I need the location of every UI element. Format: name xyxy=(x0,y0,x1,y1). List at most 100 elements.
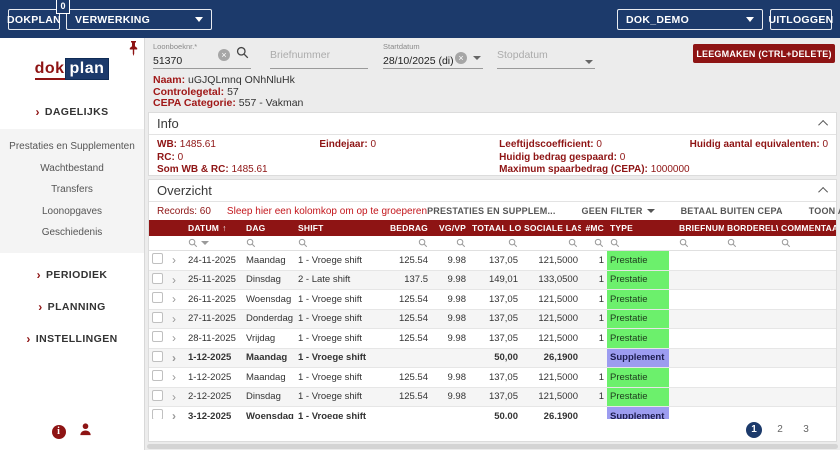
row-expand-icon[interactable] xyxy=(172,295,176,306)
row-expand-icon[interactable] xyxy=(172,256,176,267)
row-checkbox[interactable] xyxy=(152,409,163,419)
startdatum-field[interactable]: Startdatum 28/10/2025 (di) xyxy=(383,42,483,69)
chevron-down-icon[interactable] xyxy=(585,60,593,64)
environment-select[interactable]: DOK_DEMO xyxy=(617,9,763,30)
brand-button[interactable]: DOKPLAN xyxy=(7,9,61,30)
cell-sociale-last: 121,5000 xyxy=(538,371,578,383)
column-header-briefnum[interactable]: BRIEFNUM... xyxy=(676,223,724,233)
filter-mc[interactable] xyxy=(581,238,607,248)
clear-icon[interactable] xyxy=(218,49,230,61)
leegmaken-button[interactable]: LEEGMAKEN (CTRL+DELETE) xyxy=(693,44,835,63)
row-checkbox[interactable] xyxy=(152,331,163,343)
table-row[interactable]: 24-11-2025 Maandag 1 - Vroege shift 125.… xyxy=(149,251,836,271)
row-expand-icon[interactable] xyxy=(172,354,176,365)
logo-dok: dok xyxy=(34,60,65,80)
column-header-totaal-loon[interactable]: TOTAAL LOON xyxy=(469,223,521,233)
row-checkbox[interactable] xyxy=(152,272,163,284)
sidebar-item-wachtbestand[interactable]: Wachtbestand xyxy=(0,158,144,180)
sidebar-item-loonopgaves[interactable]: Loonopgaves xyxy=(0,201,144,223)
sidebar-item-geschiedenis[interactable]: Geschiedenis xyxy=(0,222,144,244)
stopdatum-placeholder: Stopdatum xyxy=(497,49,548,61)
row-checkbox[interactable] xyxy=(152,350,163,362)
table-row[interactable]: 3-12-2025 Woensdag 1 - Vroege shift 50,0… xyxy=(149,407,836,419)
prestaties-supplementen-button[interactable]: PRESTATIES EN SUPPLEM... xyxy=(427,206,555,216)
collapse-icon[interactable] xyxy=(818,119,829,130)
sidebar-footer xyxy=(0,422,144,442)
clear-icon[interactable] xyxy=(455,52,467,64)
horizontal-scrollbar[interactable] xyxy=(147,444,838,449)
column-header-bedrag[interactable]: BEDRAG xyxy=(381,223,431,233)
table-row[interactable]: 1-12-2025 Maandag 1 - Vroege shift 125.5… xyxy=(149,368,836,388)
toon-actieve-select[interactable]: TOON ACTIEVE xyxy=(809,206,840,216)
column-header-sociale-last[interactable]: SOCIALE LAST... xyxy=(521,223,581,233)
row-expand-icon[interactable] xyxy=(172,315,176,326)
chevron-down-icon[interactable] xyxy=(473,56,481,60)
loonboeknr-field[interactable]: Loonboeknr.* 51370 xyxy=(153,42,251,69)
page-button-3[interactable]: 3 xyxy=(798,422,814,438)
search-icon[interactable] xyxy=(236,46,249,64)
pin-icon[interactable] xyxy=(128,41,139,61)
cell-totaal-loon: 137,05 xyxy=(488,313,518,325)
row-expand-icon[interactable] xyxy=(172,373,176,384)
sidebar-item-prestaties[interactable]: Prestaties en Supplementen xyxy=(0,136,144,158)
leeftijd-label: Leeftijdscoefficient: xyxy=(499,139,594,150)
table-row[interactable]: 1-12-2025 Maandag 1 - Vroege shift 50,00… xyxy=(149,348,836,368)
row-checkbox[interactable] xyxy=(152,311,163,323)
filter-bedrag[interactable] xyxy=(381,238,431,248)
column-header-mc[interactable]: #MC xyxy=(581,223,607,233)
betaal-buiten-cepa-button[interactable]: BETAAL BUITEN CEPA xyxy=(681,206,783,216)
filter-borderel[interactable] xyxy=(724,238,778,248)
logout-button[interactable]: UITLOGGEN xyxy=(768,9,833,30)
row-checkbox[interactable] xyxy=(152,292,163,304)
sidebar-item-instellingen[interactable]: INSTELLINGEN xyxy=(0,327,144,351)
user-icon[interactable] xyxy=(78,422,93,442)
row-expand-icon[interactable] xyxy=(172,334,176,345)
info-panel-header[interactable]: Info xyxy=(149,113,836,135)
stopdatum-field[interactable]: Stopdatum xyxy=(497,42,595,69)
cell-totaal-loon: 137,05 xyxy=(488,391,518,403)
table-row[interactable]: 2-12-2025 Dinsdag 1 - Vroege shift 125.5… xyxy=(149,387,836,407)
row-checkbox[interactable] xyxy=(152,389,163,401)
row-expand-icon[interactable] xyxy=(172,393,176,404)
collapse-icon[interactable] xyxy=(818,186,829,197)
sidebar-item-transfers[interactable]: Transfers xyxy=(0,179,144,201)
page-button-2[interactable]: 2 xyxy=(772,422,788,438)
row-checkbox[interactable] xyxy=(152,253,163,265)
filter-vgvp[interactable] xyxy=(431,238,469,248)
dagelijks-submenu: Prestaties en Supplementen Wachtbestand … xyxy=(0,129,144,253)
table-row[interactable]: 27-11-2025 Donderdag 1 - Vroege shift 12… xyxy=(149,309,836,329)
sidebar-item-dagelijks[interactable]: DAGELIJKS xyxy=(0,100,144,124)
overzicht-panel-header[interactable]: Overzicht xyxy=(149,180,836,202)
row-expand-icon[interactable] xyxy=(172,412,176,419)
filter-select[interactable]: GEEN FILTER xyxy=(582,206,655,216)
column-header-type[interactable]: TYPE xyxy=(607,223,669,233)
table-row[interactable]: 25-11-2025 Dinsdag 2 - Late shift 137.5 … xyxy=(149,270,836,290)
column-header-vgvp[interactable]: VG/VP xyxy=(431,223,469,233)
column-header-datum[interactable]: DATUM xyxy=(185,223,243,233)
filter-shift[interactable] xyxy=(295,238,381,248)
column-header-commentaar[interactable]: COMMENTAAR xyxy=(778,223,836,233)
column-header-borderel[interactable]: BORDERELWE... xyxy=(724,223,778,233)
page-button-1[interactable]: 1 xyxy=(746,422,762,438)
row-expand-icon[interactable] xyxy=(172,276,176,287)
info-icon[interactable] xyxy=(51,425,66,439)
filter-commentaar[interactable] xyxy=(778,238,836,248)
module-select[interactable]: VERWERKING xyxy=(66,9,212,30)
sidebar-item-planning[interactable]: PLANNING xyxy=(0,295,144,319)
filter-dag[interactable] xyxy=(243,238,295,248)
filter-sociale-last[interactable] xyxy=(521,238,581,248)
info-body: WB: 1485.61 RC: 0 Som WB & RC: 1485.61 E… xyxy=(149,135,836,177)
table-row[interactable]: 26-11-2025 Woensdag 1 - Vroege shift 125… xyxy=(149,290,836,310)
som-label: Som WB & RC: xyxy=(157,164,229,175)
filter-totaal-loon[interactable] xyxy=(469,238,521,248)
column-header-shift[interactable]: SHIFT xyxy=(295,223,381,233)
filter-type[interactable] xyxy=(607,238,669,248)
row-checkbox[interactable] xyxy=(152,370,163,382)
filter-briefnum[interactable] xyxy=(676,238,724,248)
maximum-label: Maximum spaarbedrag (CEPA): xyxy=(499,164,648,175)
filter-datum[interactable] xyxy=(185,238,243,248)
table-row[interactable]: 28-11-2025 Vrijdag 1 - Vroege shift 125.… xyxy=(149,329,836,349)
briefnummer-field[interactable]: Briefnummer xyxy=(270,42,368,69)
sidebar-item-periodiek[interactable]: PERIODIEK xyxy=(0,263,144,287)
column-header-dag[interactable]: DAG xyxy=(243,223,295,233)
